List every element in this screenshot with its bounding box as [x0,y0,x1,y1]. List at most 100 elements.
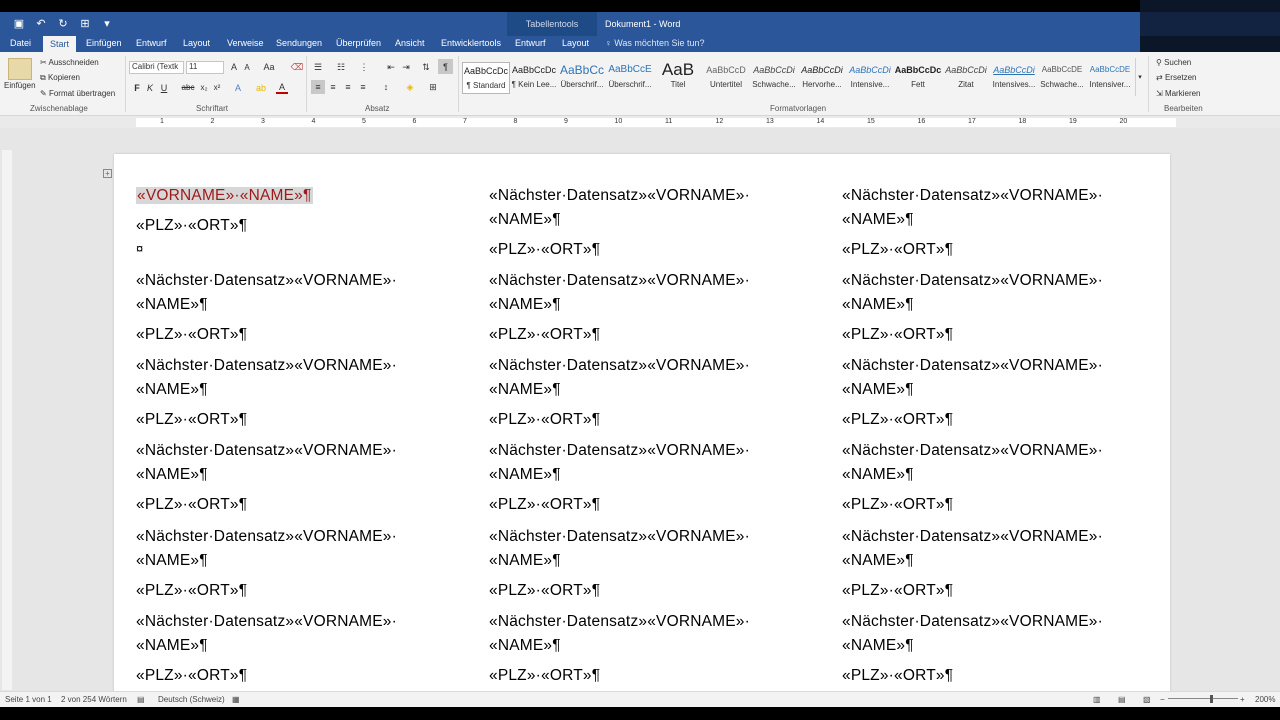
font-name-combo[interactable]: Calibri (Textk [129,61,184,74]
tab-verweise[interactable]: Verweise [227,38,264,48]
merge-field-line[interactable]: «PLZ»·«ORT»¶ [842,582,953,600]
select-button[interactable]: ⇲ Markieren [1156,89,1201,98]
merge-field-line[interactable]: «Nächster·Datensatz»«VORNAME»· [136,272,397,290]
decrease-indent-icon[interactable]: ⇤ [384,60,398,74]
style-schwacher-verweis[interactable]: AaBbCcDE Schwache... [1038,62,1086,94]
merge-field-line[interactable]: «Nächster·Datensatz»«VORNAME»· [842,442,1103,460]
merge-field-line[interactable]: «Nächster·Datensatz»«VORNAME»· [842,528,1103,546]
merge-field-line[interactable]: «NAME»¶ [489,637,561,655]
style-hervorhebung[interactable]: AaBbCcDi Hervorhe... [798,62,846,94]
zoom-in-icon[interactable]: + [1240,695,1245,704]
grow-font-icon[interactable]: A [228,60,240,74]
merge-field-line[interactable]: «PLZ»·«ORT»¶ [489,582,600,600]
tab-datei[interactable]: Datei [10,38,31,48]
tab-entwicklertools[interactable]: Entwicklertools [441,38,501,48]
style-standard[interactable]: AaBbCcDc ¶ Standard [462,62,510,94]
align-center-icon[interactable]: ≡ [326,80,340,94]
merge-field-line[interactable]: «PLZ»·«ORT»¶ [842,496,953,514]
merge-field-line[interactable]: «NAME»¶ [136,466,208,484]
style-intensives-zitat[interactable]: AaBbCcDi Intensives... [990,62,1038,94]
redo-icon[interactable]: ↻ [56,16,70,30]
merge-field-line[interactable]: «Nächster·Datensatz»«VORNAME»· [489,613,750,631]
borders-icon[interactable]: ⊞ [426,80,440,94]
web-layout-icon[interactable]: ▧ [1143,695,1151,704]
customize-qat-icon[interactable]: ▾ [100,16,114,30]
styles-gallery-more-icon[interactable]: ▾ [1135,58,1144,96]
merge-field-line[interactable]: «NAME»¶ [489,296,561,314]
align-left-icon[interactable]: ≡ [311,80,325,94]
highlight-icon[interactable]: ab [254,81,268,94]
merge-field-line[interactable]: «Nächster·Datensatz»«VORNAME»· [489,357,750,375]
find-button[interactable]: ⚲ Suchen [1156,58,1191,67]
paste-icon[interactable] [8,58,32,80]
text-effects-icon[interactable]: A [232,81,244,94]
horizontal-ruler[interactable] [0,116,1280,128]
style-intensive-hervorhebung[interactable]: AaBbCcDi Intensive... [846,62,894,94]
cut-button[interactable]: ✂ Ausschneiden [40,58,99,67]
superscript-icon[interactable]: x² [212,81,222,94]
zoom-slider-thumb[interactable] [1210,695,1213,703]
tab-einfuegen[interactable]: Einfügen [86,38,122,48]
style-ueberschrift-2[interactable]: AaBbCcE Überschrif... [606,62,654,94]
change-case-icon[interactable]: Aa [262,60,276,74]
merge-field-line[interactable]: «Nächster·Datensatz»«VORNAME»· [489,272,750,290]
merge-field-line[interactable]: «PLZ»·«ORT»¶ [489,667,600,685]
save-icon[interactable]: ▣ [12,16,26,30]
merge-field-line[interactable]: «Nächster·Datensatz»«VORNAME»· [842,613,1103,631]
merge-field-line[interactable]: «NAME»¶ [842,296,914,314]
merge-field-line[interactable]: «NAME»¶ [842,466,914,484]
macro-record-icon[interactable]: ▦ [232,695,240,704]
word-count[interactable]: 2 von 254 Wörtern [61,695,127,704]
merge-field-line[interactable]: «NAME»¶ [489,466,561,484]
merge-field-line[interactable]: «NAME»¶ [136,381,208,399]
proofing-icon[interactable]: ▤ [137,695,145,704]
tell-me-search[interactable]: ♀ Was möchten Sie tun? [605,38,704,48]
zoom-slider[interactable] [1168,698,1238,699]
table-move-handle-icon[interactable]: + [103,169,112,178]
merge-field-line[interactable]: «PLZ»·«ORT»¶ [842,241,953,259]
style-schwache-hervorhebung[interactable]: AaBbCcDi Schwache... [750,62,798,94]
merge-field-line[interactable]: «PLZ»·«ORT»¶ [489,326,600,344]
clear-format-icon[interactable]: ⌫ [290,60,304,74]
style-titel[interactable]: AaB Titel [654,62,702,94]
style-untertitel[interactable]: AaBbCcD Untertitel [702,62,750,94]
italic-button[interactable]: K [145,81,155,94]
tab-ueberpruefen[interactable]: Überprüfen [336,38,381,48]
style-intensiver-verweis[interactable]: AaBbCcDE Intensiver... [1086,62,1134,94]
tab-entwurf[interactable]: Entwurf [136,38,167,48]
page-count[interactable]: Seite 1 von 1 [5,695,52,704]
show-marks-icon[interactable]: ¶ [438,59,453,74]
merge-field-line[interactable]: «PLZ»·«ORT»¶ [136,582,247,600]
style-ueberschrift-1[interactable]: AaBbCc Überschrif... [558,62,606,94]
font-size-combo[interactable]: 11 [186,61,224,74]
shrink-font-icon[interactable]: A [242,61,252,74]
merge-field-line[interactable]: «NAME»¶ [842,381,914,399]
print-layout-icon[interactable]: ▤ [1118,695,1126,704]
merge-field-line[interactable]: «PLZ»·«ORT»¶ [842,411,953,429]
merge-field-line[interactable]: «Nächster·Datensatz»«VORNAME»· [842,357,1103,375]
merge-field-line[interactable]: «PLZ»·«ORT»¶ [136,496,247,514]
merge-field-line[interactable]: «NAME»¶ [842,552,914,570]
zoom-level[interactable]: 200% [1255,695,1275,704]
merge-field-line[interactable]: «NAME»¶ [136,637,208,655]
vertical-ruler[interactable] [2,150,12,690]
merge-field-line[interactable]: «NAME»¶ [842,211,914,229]
merge-field-line[interactable]: «NAME»¶ [136,552,208,570]
shading-icon[interactable]: ◈ [403,80,417,94]
merge-field-line[interactable]: «NAME»¶ [136,296,208,314]
justify-icon[interactable]: ≡ [356,80,370,94]
merge-field-line[interactable]: «Nächster·Datensatz»«VORNAME»· [136,357,397,375]
read-mode-icon[interactable]: ▥ [1093,695,1101,704]
merge-field-line[interactable]: «PLZ»·«ORT»¶ [136,411,247,429]
align-right-icon[interactable]: ≡ [341,80,355,94]
merge-field-line[interactable]: «Nächster·Datensatz»«VORNAME»· [842,272,1103,290]
style-kein-leerraum[interactable]: AaBbCcDc ¶ Kein Lee... [510,62,558,94]
merge-field-line[interactable]: «PLZ»·«ORT»¶ [842,326,953,344]
paste-button[interactable]: Einfügen [4,81,36,90]
numbering-icon[interactable]: ☷ [334,60,348,74]
merge-field-line[interactable]: «Nächster·Datensatz»«VORNAME»· [136,613,397,631]
increase-indent-icon[interactable]: ⇥ [399,60,413,74]
sort-icon[interactable]: ⇅ [419,60,433,74]
tab-ansicht[interactable]: Ansicht [395,38,425,48]
merge-field-line[interactable]: «NAME»¶ [489,552,561,570]
